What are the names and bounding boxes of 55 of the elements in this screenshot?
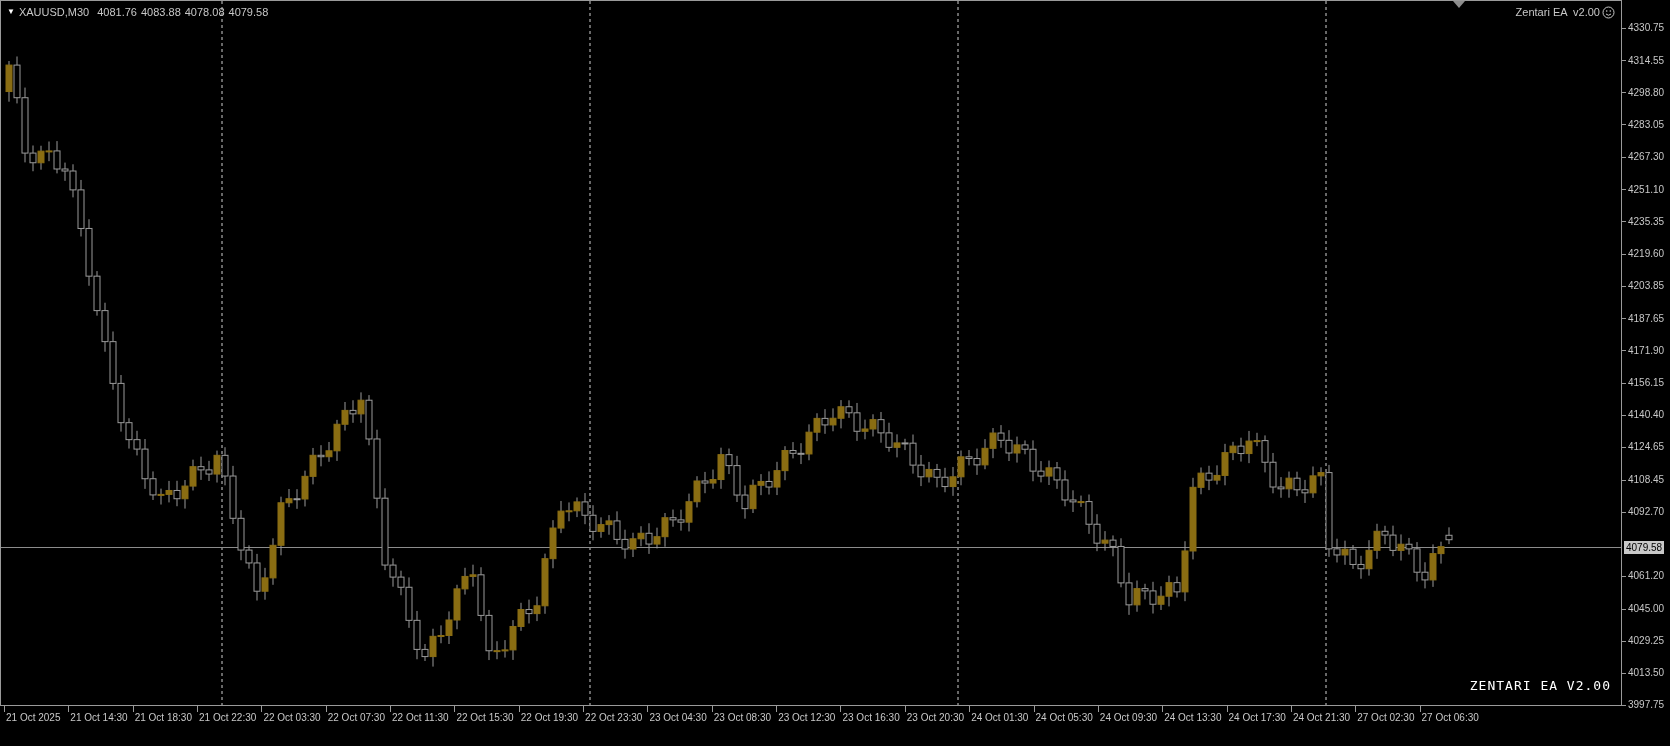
price-label: 4061.20 <box>1628 570 1665 583</box>
chart-symbol: XAUUSD,M30 <box>18 5 90 19</box>
time-label: 23 Oct 12:30 <box>778 711 836 725</box>
chart-shift-icon[interactable] <box>1453 1 1465 8</box>
time-label: 21 Oct 2025 <box>6 711 61 725</box>
time-label: 24 Oct 17:30 <box>1228 711 1286 725</box>
time-label: 24 Oct 21:30 <box>1292 711 1351 725</box>
time-label: 27 Oct 02:30 <box>1357 711 1415 725</box>
price-label: 4298.80 <box>1628 86 1665 99</box>
price-label: 4045.00 <box>1628 603 1665 615</box>
price-label: 4171.90 <box>1628 345 1665 357</box>
time-label: 21 Oct 14:30 <box>70 711 128 725</box>
time-label: 24 Oct 01:30 <box>971 711 1029 725</box>
time-label: 23 Oct 04:30 <box>649 711 707 725</box>
ohlc-value: 4078.08 <box>184 5 225 19</box>
time-label: 22 Oct 03:30 <box>263 711 321 725</box>
ohlc-value: 4079.58 <box>228 5 269 19</box>
current-price-label: 4079.58 <box>1624 541 1665 554</box>
price-label: 4156.15 <box>1628 377 1665 389</box>
time-label: 21 Oct 22:30 <box>199 711 257 725</box>
ohlc-value: 4081.76 <box>97 5 137 19</box>
price-label: 4092.70 <box>1628 506 1665 519</box>
expert-overlay-label: ZENTARI EA V2.00 <box>1469 676 1611 695</box>
price-label: 4235.35 <box>1628 215 1665 228</box>
price-label: 4267.30 <box>1628 151 1665 163</box>
time-label: 22 Oct 23:30 <box>585 711 643 725</box>
chart-menu-button[interactable]: ▼ <box>7 5 15 19</box>
price-label: 4187.65 <box>1628 312 1665 325</box>
price-label: 4283.05 <box>1628 119 1665 131</box>
price-label: 4108.45 <box>1628 474 1665 486</box>
price-label: 4251.10 <box>1628 183 1665 196</box>
time-label: 24 Oct 09:30 <box>1099 711 1158 725</box>
time-label: 24 Oct 13:30 <box>1164 711 1222 725</box>
ohlc-value: 4083.88 <box>141 5 181 19</box>
time-label: 22 Oct 11:30 <box>392 711 449 725</box>
time-label: 27 Oct 06:30 <box>1421 711 1479 725</box>
price-label: 4219.60 <box>1628 248 1665 260</box>
time-label: 22 Oct 07:30 <box>327 711 385 725</box>
time-label: 23 Oct 20:30 <box>906 711 965 725</box>
expert-label: Zentari EA v2.00 <box>1515 5 1600 19</box>
time-label: 22 Oct 19:30 <box>520 711 578 725</box>
price-label: 4124.65 <box>1628 441 1665 454</box>
price-label: 4029.25 <box>1628 635 1665 648</box>
price-label: 4140.40 <box>1628 409 1665 422</box>
smiley-icon[interactable] <box>1602 5 1615 19</box>
price-label: 3997.75 <box>1628 699 1665 712</box>
price-label: 4314.55 <box>1628 54 1665 67</box>
price-label: 4013.50 <box>1628 667 1665 680</box>
time-label: 23 Oct 16:30 <box>842 711 900 725</box>
price-label: 4203.85 <box>1628 280 1665 293</box>
time-label: 22 Oct 15:30 <box>456 711 514 725</box>
time-label: 21 Oct 18:30 <box>134 711 192 725</box>
time-label: 23 Oct 08:30 <box>713 711 772 725</box>
price-label: 4330.75 <box>1628 22 1665 34</box>
time-label: 24 Oct 05:30 <box>1035 711 1093 725</box>
